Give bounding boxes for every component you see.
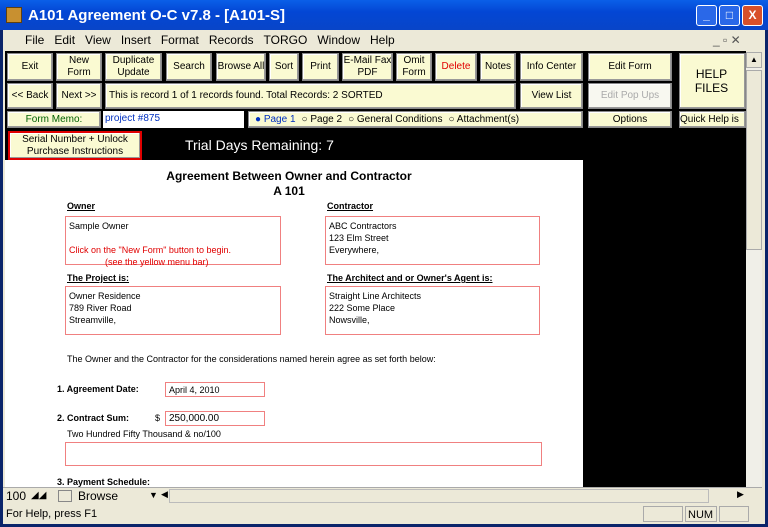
search-button[interactable]: Search bbox=[166, 53, 212, 81]
project-field[interactable]: Owner Residence 789 River Road Streamville… bbox=[65, 286, 281, 335]
payment-schedule-label: 3. Payment Schedule: bbox=[57, 477, 151, 487]
edit-popups-button[interactable]: Edit Pop Ups bbox=[588, 83, 672, 109]
contract-sum-label: 2. Contract Sum: bbox=[57, 413, 130, 423]
options-button[interactable]: Options bbox=[588, 111, 672, 128]
help-files-button[interactable]: HELP FILES bbox=[679, 53, 746, 109]
owner-hint-2: (see the yellow menu bar) bbox=[105, 257, 209, 267]
radio-page-1[interactable]: ● Page 1 bbox=[255, 114, 296, 126]
contractor-line: 123 Elm Street bbox=[329, 233, 389, 243]
contractor-line: Everywhere, bbox=[329, 245, 380, 255]
serial-unlock-button[interactable]: Serial Number + Unlock Purchase Instruct… bbox=[8, 131, 142, 160]
mode-select[interactable]: Browse bbox=[78, 489, 148, 503]
radio-general-conditions[interactable]: ○ General Conditions bbox=[348, 114, 442, 126]
print-button[interactable]: Print bbox=[302, 53, 339, 81]
intro-text: The Owner and the Contractor for the con… bbox=[67, 354, 436, 364]
omit-form-button[interactable]: Omit Form bbox=[396, 53, 432, 81]
info-center-button[interactable]: Info Center bbox=[520, 53, 583, 81]
menu-view[interactable]: View bbox=[80, 30, 116, 50]
project-label: The Project is: bbox=[67, 273, 130, 283]
close-button[interactable]: X bbox=[742, 5, 763, 26]
menu-records[interactable]: Records bbox=[204, 30, 259, 50]
contractor-label: Contractor bbox=[327, 201, 374, 211]
form-subtitle: A 101 bbox=[273, 184, 305, 198]
edit-form-button[interactable]: Edit Form bbox=[588, 53, 672, 81]
bottom-bar: 100 ◢◢ Browse ▼ ◀ ▶ bbox=[3, 487, 762, 504]
mode-dropdown-icon[interactable]: ▼ bbox=[149, 490, 158, 500]
contract-sum-words: Two Hundred Fifty Thousand & no/100 bbox=[67, 429, 221, 439]
quick-help-button[interactable]: Quick Help is bbox=[679, 111, 746, 128]
menu-format[interactable]: Format bbox=[156, 30, 204, 50]
window-title: A101 Agreement O-C v7.8 - [A101-S] bbox=[28, 7, 286, 24]
page-radio-group: ● Page 1 ○ Page 2 ○ General Conditions ○… bbox=[248, 111, 583, 128]
scroll-thumb[interactable] bbox=[746, 70, 762, 250]
delete-button[interactable]: Delete bbox=[435, 53, 477, 81]
architect-line: Nowsville, bbox=[329, 315, 370, 325]
duplicate-update-button[interactable]: Duplicate Update bbox=[105, 53, 162, 81]
trial-days: Trial Days Remaining: 7 bbox=[185, 137, 334, 153]
radio-page-2[interactable]: ○ Page 2 bbox=[302, 114, 343, 126]
record-status: This is record 1 of 1 records found. Tot… bbox=[105, 83, 516, 109]
app-icon bbox=[6, 7, 22, 23]
minimize-button[interactable]: _ bbox=[696, 5, 717, 26]
exit-button[interactable]: Exit bbox=[7, 53, 53, 81]
owner-hint: Click on the "New Form" button to begin. bbox=[69, 245, 231, 255]
project-line: 789 River Road bbox=[69, 303, 132, 313]
new-form-button[interactable]: New Form bbox=[56, 53, 102, 81]
menu-edit[interactable]: Edit bbox=[49, 30, 80, 50]
architect-line: Straight Line Architects bbox=[329, 291, 422, 301]
menu-torgo[interactable]: TORGO bbox=[259, 30, 313, 50]
project-line: Streamville, bbox=[69, 315, 117, 325]
currency-symbol: $ bbox=[155, 413, 161, 423]
architect-label: The Architect and or Owner's Agent is: bbox=[327, 273, 493, 283]
agreement-date-label: 1. Agreement Date: bbox=[57, 384, 139, 394]
status-help-text: For Help, press F1 bbox=[6, 508, 98, 520]
scroll-right-icon[interactable]: ▶ bbox=[737, 489, 744, 500]
form-title: Agreement Between Owner and Contractor bbox=[166, 169, 412, 183]
owner-label: Owner bbox=[67, 201, 96, 211]
project-line: Owner Residence bbox=[69, 291, 141, 301]
horizontal-scroll-thumb[interactable] bbox=[169, 489, 709, 503]
contract-sum-notes-field[interactable] bbox=[65, 442, 542, 466]
owner-field[interactable]: Sample Owner Click on the "New Form" but… bbox=[65, 216, 281, 267]
agreement-date-field[interactable]: April 4, 2010 bbox=[165, 382, 265, 397]
contractor-line: ABC Contractors bbox=[329, 221, 397, 231]
sort-button[interactable]: Sort bbox=[269, 53, 299, 81]
maximize-button[interactable]: □ bbox=[719, 5, 740, 26]
form-memo-input[interactable]: project #875 bbox=[103, 111, 244, 128]
zoom-buttons-icon[interactable]: ◢◢ bbox=[31, 490, 46, 501]
architect-line: 222 Some Place bbox=[329, 303, 396, 313]
title-bar: A101 Agreement O-C v7.8 - [A101-S] bbox=[0, 0, 768, 30]
owner-line: Sample Owner bbox=[69, 221, 129, 231]
view-list-button[interactable]: View List bbox=[520, 83, 583, 109]
status-bar: For Help, press F1 NUM bbox=[3, 505, 762, 523]
zoom-level[interactable]: 100 bbox=[6, 489, 26, 503]
browse-all-button[interactable]: Browse All bbox=[216, 53, 266, 81]
email-fax-pdf-button[interactable]: E-Mail Fax PDF bbox=[342, 53, 393, 81]
menu-help[interactable]: Help bbox=[365, 30, 400, 50]
form-memo-label: Form Memo: bbox=[7, 111, 101, 128]
menu-bar: File Edit View Insert Format Records TORGO Wind… bbox=[3, 30, 765, 50]
num-lock-indicator: NUM bbox=[685, 506, 717, 522]
scroll-up-icon[interactable]: ▲ bbox=[746, 52, 762, 68]
notes-button[interactable]: Notes bbox=[480, 53, 516, 81]
menu-window[interactable]: Window bbox=[312, 30, 365, 50]
next-button[interactable]: Next >> bbox=[56, 83, 102, 109]
status-panel bbox=[643, 506, 683, 522]
radio-attachments[interactable]: ○ Attachment(s) bbox=[449, 114, 520, 126]
contract-sum-field[interactable]: 250,000.00 bbox=[165, 411, 265, 426]
architect-field[interactable]: Straight Line Architects 222 Some Place No… bbox=[325, 286, 540, 335]
contractor-field[interactable]: ABC Contractors 123 Elm Street Everywhere, bbox=[325, 216, 540, 265]
vertical-scrollbar[interactable]: ▲ bbox=[746, 52, 762, 487]
status-panel bbox=[719, 506, 749, 522]
menu-insert[interactable]: Insert bbox=[116, 30, 156, 50]
menu-file[interactable]: File bbox=[3, 30, 49, 50]
scroll-left-icon[interactable]: ◀ bbox=[161, 489, 168, 500]
layout-icon[interactable] bbox=[58, 490, 72, 502]
back-button[interactable]: << Back bbox=[7, 83, 53, 109]
agreement-form: Agreement Between Owner and Contractor A… bbox=[5, 160, 583, 487]
mdi-controls[interactable]: _ ▫ ✕ bbox=[713, 33, 741, 47]
